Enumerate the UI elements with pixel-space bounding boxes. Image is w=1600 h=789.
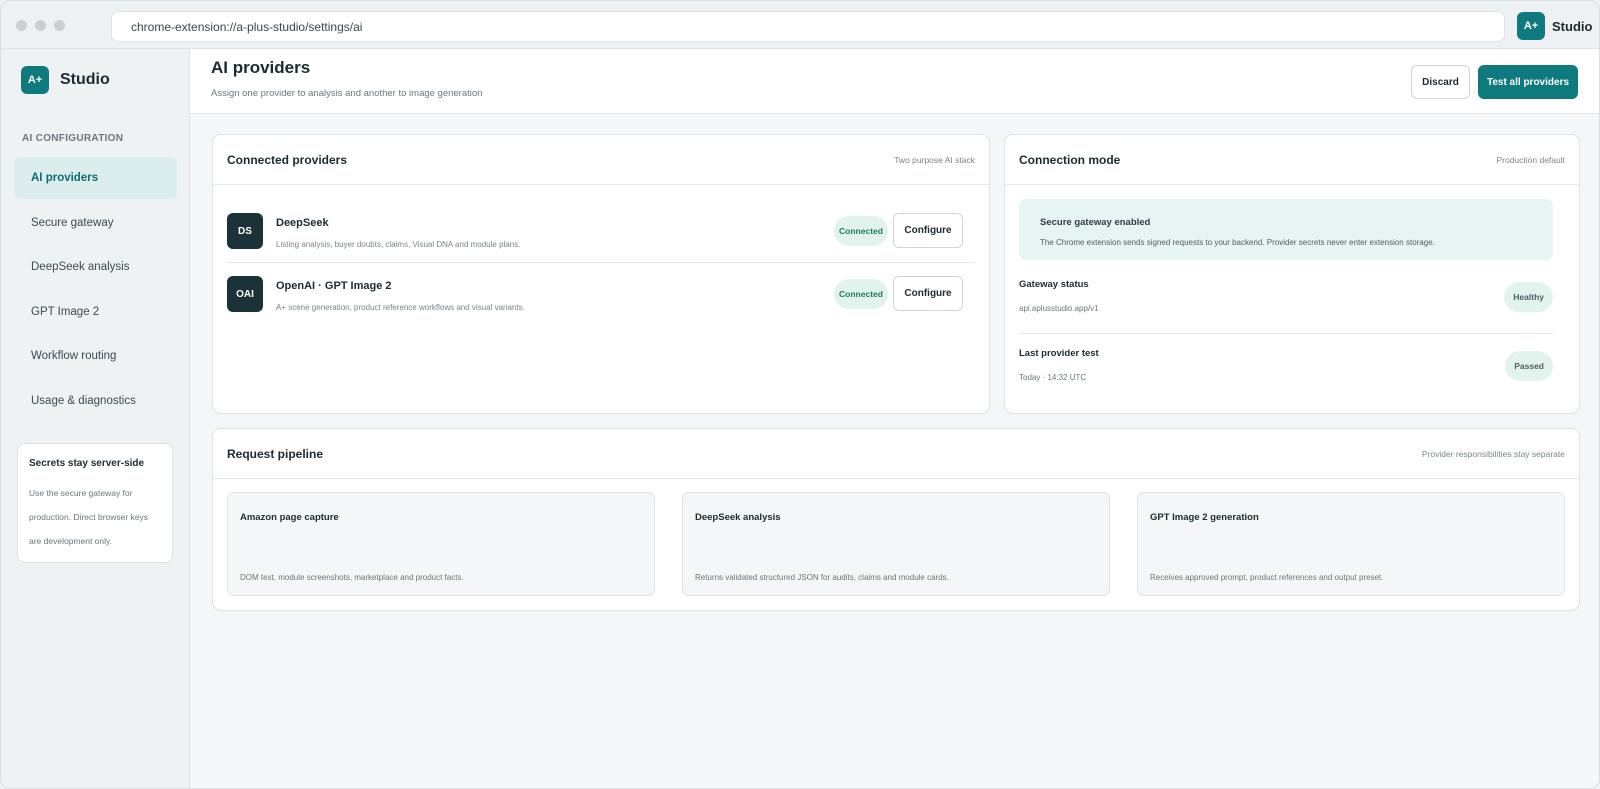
sidebar-item-workflow-routing[interactable]: Workflow routing	[14, 335, 177, 377]
status-label: Last provider test	[1019, 348, 1099, 359]
provider-name: DeepSeek	[276, 217, 329, 229]
status-label: Gateway status	[1019, 279, 1089, 290]
sidebar-item-deepseek-analysis[interactable]: DeepSeek analysis	[14, 246, 177, 288]
pipeline-step: Amazon page capture DOM text, module scr…	[227, 492, 655, 596]
secrets-info-body: Use the secure gateway for production. D…	[29, 488, 149, 546]
card-title: Connection mode	[1019, 153, 1121, 167]
page-header: AI providers Assign one provider to anal…	[190, 49, 1599, 114]
pipeline-step-description: Returns validated structured JSON for au…	[695, 573, 949, 582]
request-pipeline-card: Request pipeline Provider responsibiliti…	[212, 428, 1580, 611]
status-value: api.aplusstudio.app/v1	[1019, 304, 1099, 313]
address-bar[interactable]: chrome-extension://a-plus-studio/setting…	[111, 11, 1505, 42]
close-window-dot[interactable]	[16, 20, 27, 31]
extension-brand-name: Studio	[1552, 18, 1593, 34]
card-note: Production default	[1496, 155, 1565, 165]
sidebar-item-gpt-image-2[interactable]: GPT Image 2	[14, 291, 177, 333]
pipeline-step: DeepSeek analysis Returns validated stru…	[682, 492, 1110, 596]
sidebar-brand[interactable]: A+ Studio	[21, 66, 110, 94]
configure-deepseek-button[interactable]: Configure	[893, 213, 963, 248]
browser-window: chrome-extension://a-plus-studio/setting…	[0, 0, 1600, 789]
card-header: Request pipeline Provider responsibiliti…	[213, 429, 1579, 479]
gateway-description: The Chrome extension sends signed reques…	[1040, 238, 1435, 247]
status-badge: Connected	[834, 216, 888, 246]
gateway-status-box: Secure gateway enabled The Chrome extens…	[1019, 199, 1553, 260]
card-header: Connected providers Two purpose AI stack	[213, 135, 989, 185]
sidebar-nav: AI providers Secure gateway DeepSeek ana…	[14, 157, 177, 424]
card-note: Provider responsibilities stay separate	[1421, 449, 1565, 459]
status-row: Gateway status api.aplusstudio.app/v1 He…	[1019, 272, 1553, 334]
app-logo-icon: A+	[21, 66, 49, 94]
page-subtitle: Assign one provider to analysis and anot…	[211, 88, 483, 99]
card-title: Request pipeline	[227, 447, 324, 461]
card-header: Connection mode Production default	[1005, 135, 1579, 185]
pipeline-step-title: Amazon page capture	[240, 512, 339, 523]
sidebar-brand-name: Studio	[60, 71, 110, 88]
connection-mode-card: Connection mode Production default Secur…	[1004, 134, 1580, 414]
pipeline-step-title: GPT Image 2 generation	[1150, 512, 1259, 523]
sidebar-item-ai-providers[interactable]: AI providers	[14, 157, 177, 199]
provider-name: OpenAI · GPT Image 2	[276, 280, 392, 292]
window-controls	[16, 20, 65, 31]
pipeline-step-description: Receives approved prompt, product refere…	[1150, 573, 1384, 582]
pipeline-step: GPT Image 2 generation Receives approved…	[1137, 492, 1565, 596]
provider-row: OAI OpenAI · GPT Image 2 A+ scene genera…	[227, 263, 975, 326]
deepseek-avatar-icon: DS	[227, 213, 263, 249]
status-row: Last provider test Today · 14:32 UTC Pas…	[1019, 341, 1553, 403]
status-badge: Healthy	[1504, 282, 1553, 312]
extension-brand[interactable]: A+ Studio	[1517, 12, 1592, 40]
pipeline-step-title: DeepSeek analysis	[695, 512, 781, 523]
configure-openai-button[interactable]: Configure	[893, 276, 963, 311]
provider-description: A+ scene generation, product reference w…	[276, 303, 525, 312]
provider-description: Listing analysis, buyer doubts, claims, …	[276, 240, 521, 249]
app-logo-icon: A+	[1517, 12, 1545, 40]
status-value: Today · 14:32 UTC	[1019, 373, 1087, 382]
browser-toolbar: chrome-extension://a-plus-studio/setting…	[1, 1, 1599, 49]
status-badge: Connected	[834, 279, 888, 309]
minimize-window-dot[interactable]	[35, 20, 46, 31]
sidebar: A+ Studio AI CONFIGURATION AI providers …	[1, 49, 190, 788]
card-title: Connected providers	[227, 153, 348, 167]
discard-button[interactable]: Discard	[1411, 65, 1470, 99]
provider-row: DS DeepSeek Listing analysis, buyer doub…	[227, 200, 975, 263]
openai-avatar-icon: OAI	[227, 276, 263, 312]
test-all-providers-button[interactable]: Test all providers	[1478, 65, 1578, 99]
status-badge: Passed	[1505, 351, 1553, 381]
secrets-info-title: Secrets stay server-side	[29, 458, 145, 469]
secrets-info-card: Secrets stay server-side Use the secure …	[17, 443, 173, 563]
page-title: AI providers	[211, 58, 311, 77]
sidebar-item-secure-gateway[interactable]: Secure gateway	[14, 202, 177, 244]
gateway-title: Secure gateway enabled	[1040, 217, 1151, 228]
sidebar-section-label: AI CONFIGURATION	[22, 133, 124, 144]
sidebar-item-usage-diagnostics[interactable]: Usage & diagnostics	[14, 380, 177, 422]
maximize-window-dot[interactable]	[54, 20, 65, 31]
card-note: Two purpose AI stack	[894, 155, 975, 165]
pipeline-step-description: DOM text, module screenshots, marketplac…	[240, 573, 464, 582]
connected-providers-card: Connected providers Two purpose AI stack…	[212, 134, 990, 414]
